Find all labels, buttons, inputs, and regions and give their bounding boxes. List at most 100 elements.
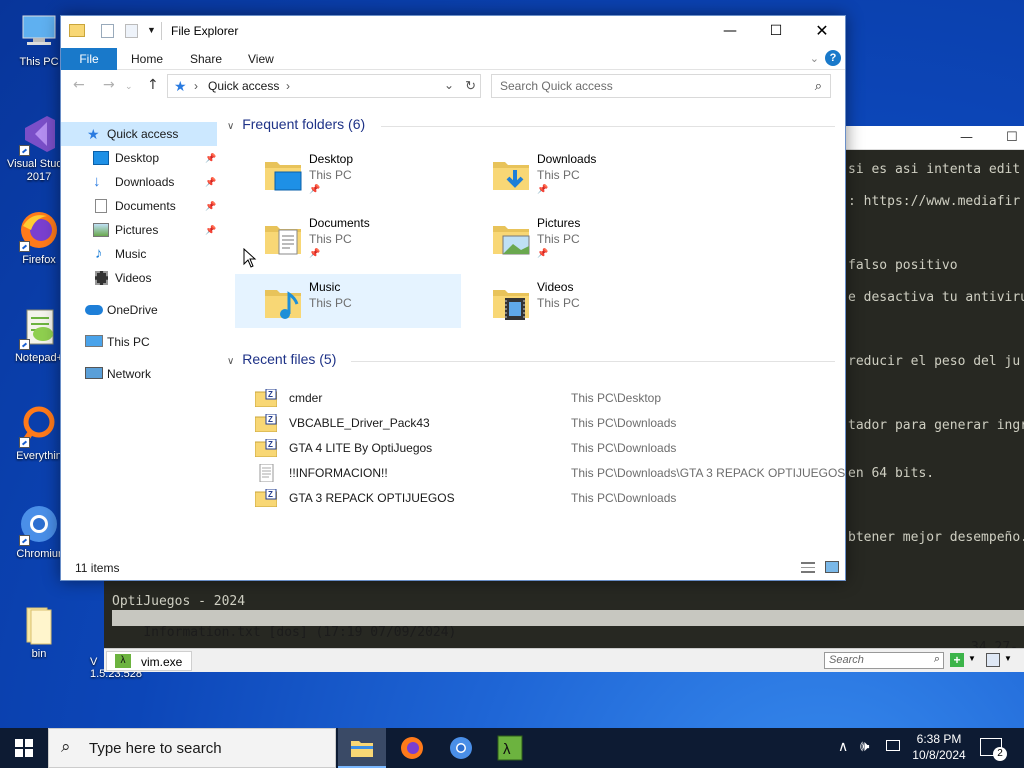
vim-search-input[interactable]: Search ⌕ <box>824 652 944 669</box>
notification-center-button[interactable]: 2 <box>980 738 1007 761</box>
network-status-icon[interactable] <box>886 740 900 751</box>
taskbar-search-input[interactable]: ⌕ Type here to search <box>48 728 336 768</box>
desktop-icon-label: bin <box>31 648 47 660</box>
desktop-folder-icon <box>265 162 302 191</box>
firefox-icon <box>17 208 61 252</box>
sidebar-item-network[interactable]: Network <box>61 362 217 386</box>
up-arrow-icon[interactable]: ↑ <box>147 77 159 93</box>
visual-studio-icon <box>17 112 61 156</box>
vim-tabbar: λ vim.exe Search ⌕ + ▼ ▼ <box>104 648 1024 672</box>
frequent-folders-header[interactable]: ∨ Frequent folders (6) <box>227 116 365 132</box>
expand-ribbon-icon[interactable]: ⌄ <box>810 52 819 65</box>
sidebar-item-quick-access[interactable]: ★ Quick access <box>61 122 217 146</box>
maximize-icon[interactable]: ☐ <box>1006 130 1018 145</box>
search-placeholder: Search Quick access <box>500 79 613 93</box>
sidebar-item-documents[interactable]: Documents 📌 <box>61 194 217 218</box>
taskbar-app-firefox[interactable] <box>388 728 436 768</box>
firefox-icon <box>401 737 423 759</box>
folder-name: Pictures <box>537 216 581 230</box>
address-bar[interactable]: ★ › Quick access › ⌄ ↻ <box>167 74 481 98</box>
dropdown-arrow-icon[interactable]: ▼ <box>968 654 976 663</box>
view-icon[interactable] <box>986 653 1000 667</box>
add-icon[interactable]: + <box>950 653 964 667</box>
taskbar-app-chromium[interactable] <box>437 728 485 768</box>
close-button[interactable]: ✕ <box>799 16 845 46</box>
sidebar-item-this-pc[interactable]: This PC <box>61 330 217 354</box>
text-file-icon <box>259 464 274 482</box>
refresh-icon[interactable]: ↻ <box>465 78 476 94</box>
show-hidden-icons-button[interactable]: ∧ <box>838 738 848 768</box>
recent-file-row[interactable]: !!INFORMACION!! This PC\Downloads\GTA 3 … <box>251 461 845 485</box>
minimize-button[interactable]: — <box>707 16 753 46</box>
sidebar-item-onedrive[interactable]: OneDrive <box>61 298 217 322</box>
taskbar-app-file-explorer[interactable] <box>338 728 386 768</box>
chromium-icon <box>17 502 61 546</box>
chromium-icon <box>450 737 472 759</box>
tab-file[interactable]: File <box>61 48 117 70</box>
sidebar-item-music[interactable]: ♪ Music <box>61 242 217 266</box>
group-divider <box>381 126 835 127</box>
title-bar[interactable]: ▼ File Explorer — ☐ ✕ <box>61 16 845 48</box>
maximize-button[interactable]: ☐ <box>753 16 799 46</box>
file-path: This PC\Downloads <box>571 491 677 505</box>
recent-file-row[interactable]: Z cmder This PC\Desktop <box>251 386 841 410</box>
help-icon[interactable]: ? <box>825 50 841 66</box>
tab-share[interactable]: Share <box>178 48 234 70</box>
recent-locations-icon[interactable]: ⌄ <box>125 82 133 92</box>
file-explorer-window[interactable]: ▼ File Explorer — ☐ ✕ File Home Share Vi… <box>60 15 846 581</box>
recent-file-row[interactable]: Z VBCABLE_Driver_Pack43 This PC\Download… <box>251 411 841 435</box>
details-view-icon[interactable] <box>801 562 815 573</box>
notification-count-badge: 2 <box>993 747 1007 761</box>
breadcrumb[interactable]: Quick access <box>208 79 279 93</box>
volume-icon[interactable]: 🕪 <box>860 738 869 768</box>
vim-text-line: e desactiva tu antiviru <box>848 290 1024 305</box>
taskbar-clock[interactable]: 6:38 PM 10/8/2024 <box>906 731 972 763</box>
file-name: GTA 4 LITE By OptiJuegos <box>289 441 433 455</box>
customize-dropdown-icon[interactable]: ▼ <box>147 25 156 35</box>
videos-folder-icon <box>493 290 529 320</box>
search-icon[interactable]: ⌕ <box>815 78 822 94</box>
large-icons-view-icon[interactable] <box>825 561 839 573</box>
sidebar-item-downloads[interactable]: ↓ Downloads 📌 <box>61 170 217 194</box>
folder-name: Videos <box>537 280 574 294</box>
forward-arrow-icon[interactable]: → <box>103 77 115 93</box>
recent-file-row[interactable]: Z GTA 3 REPACK OPTIJUEGOS This PC\Downlo… <box>251 486 841 510</box>
address-dropdown-icon[interactable]: ⌄ <box>444 78 454 92</box>
window-title: File Explorer <box>171 24 239 38</box>
start-button[interactable] <box>0 728 48 768</box>
sidebar-item-videos[interactable]: Videos <box>61 266 217 290</box>
pin-icon: 📌 <box>309 184 321 194</box>
dropdown-arrow-icon[interactable]: ▼ <box>1004 654 1012 663</box>
folder-tile-downloads[interactable]: Downloads This PC 📌 <box>463 146 689 200</box>
minimize-icon[interactable]: — <box>960 130 973 145</box>
tab-view[interactable]: View <box>236 48 286 70</box>
sidebar-item-pictures[interactable]: Pictures 📌 <box>61 218 217 242</box>
archive-file-icon: Z <box>255 389 277 407</box>
svg-text:Z: Z <box>268 415 273 424</box>
sidebar-item-label: Pictures <box>115 223 159 237</box>
properties-icon[interactable] <box>101 24 114 38</box>
back-arrow-icon[interactable]: ← <box>73 77 85 93</box>
vim-tab[interactable]: λ vim.exe <box>106 651 192 671</box>
vim-text-line: si es asi intenta edit <box>848 162 1021 177</box>
search-input[interactable]: Search Quick access ⌕ <box>491 74 831 98</box>
content-pane: ∨ Frequent folders (6) Desktop This PC 📌… <box>221 112 845 552</box>
folder-tile-pictures[interactable]: Pictures This PC 📌 <box>463 210 689 264</box>
new-folder-icon[interactable] <box>125 24 138 38</box>
pin-icon: 📌 <box>309 248 321 258</box>
folder-tile-documents[interactable]: Documents This PC 📌 <box>235 210 461 264</box>
folder-tile-desktop[interactable]: Desktop This PC 📌 <box>235 146 461 200</box>
tab-home[interactable]: Home <box>119 48 175 70</box>
recent-file-row[interactable]: Z GTA 4 LITE By OptiJuegos This PC\Downl… <box>251 436 841 460</box>
star-icon: ★ <box>87 126 100 142</box>
folder-tile-music[interactable]: Music This PC <box>235 274 461 328</box>
folder-location: This PC <box>537 232 580 246</box>
taskbar-app-vim[interactable]: λ <box>486 728 534 768</box>
vim-icon: λ <box>497 735 523 761</box>
desktop-icon-bin[interactable]: bin <box>4 602 74 660</box>
download-arrow-icon: ↓ <box>93 173 101 190</box>
sidebar-item-desktop[interactable]: Desktop 📌 <box>61 146 217 170</box>
sidebar-item-label: Music <box>115 247 147 261</box>
folder-tile-videos[interactable]: Videos This PC <box>463 274 689 328</box>
recent-files-header[interactable]: ∨ Recent files (5) <box>227 351 336 367</box>
